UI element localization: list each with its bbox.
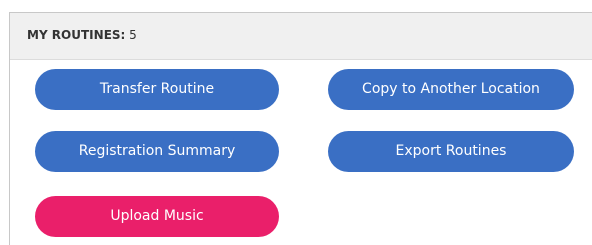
routines-count: 5 (129, 28, 137, 42)
registration-summary-button[interactable]: Registration Summary (35, 131, 279, 172)
copy-to-another-location-button[interactable]: Copy to Another Location (328, 69, 574, 110)
export-routines-button[interactable]: Export Routines (328, 131, 574, 172)
upload-music-button[interactable]: Upload Music (35, 196, 279, 237)
routines-heading: MY ROUTINES: 5 (27, 28, 137, 42)
my-routines-panel: MY ROUTINES: 5 Transfer Routine Copy to … (9, 12, 592, 245)
transfer-routine-button[interactable]: Transfer Routine (35, 69, 279, 110)
routines-heading-label: MY ROUTINES: (27, 28, 126, 42)
panel-header: MY ROUTINES: 5 (10, 13, 592, 60)
